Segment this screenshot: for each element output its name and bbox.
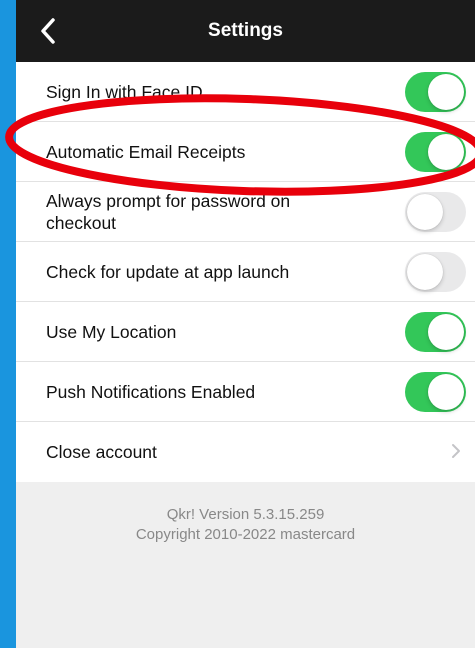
password-prompt-toggle[interactable]: [405, 191, 466, 232]
setting-label: Push Notifications Enabled: [46, 381, 256, 402]
chevron-right-icon: [452, 444, 460, 458]
setting-label: Use My Location: [46, 321, 177, 342]
setting-row-password-prompt: Always prompt for password on checkout: [16, 182, 475, 242]
setting-label: Always prompt for password on checkout: [46, 190, 291, 233]
close-account-row[interactable]: Close account: [16, 422, 475, 482]
navigation-bar: Settings: [16, 0, 475, 62]
phone-screen: Settings Sign In with Face ID Automatic …: [16, 0, 475, 648]
toggle-knob: [407, 193, 443, 230]
email-receipts-toggle[interactable]: [405, 131, 466, 172]
settings-list: Sign In with Face ID Automatic Email Rec…: [16, 62, 475, 482]
copyright-text: Copyright 2010-2022 mastercard: [135, 526, 356, 543]
setting-row-push-notifications: Push Notifications Enabled: [16, 362, 475, 422]
setting-label: Close account: [46, 442, 157, 462]
page-title: Settings: [208, 20, 283, 41]
setting-label: Sign In with Face ID: [46, 81, 203, 102]
setting-row-update-check: Check for update at app launch: [16, 242, 475, 302]
toggle-knob: [428, 373, 464, 410]
toggle-knob: [428, 73, 464, 110]
push-notifications-toggle[interactable]: [405, 371, 466, 412]
setting-row-face-id: Sign In with Face ID: [16, 62, 475, 122]
toggle-knob: [428, 313, 464, 350]
toggle-knob: [428, 133, 464, 170]
app-info-footer: Qkr! Version 5.3.15.259 Copyright 2010-2…: [16, 505, 475, 545]
version-text: Qkr! Version 5.3.15.259: [166, 506, 325, 523]
setting-label: Check for update at app launch: [46, 261, 290, 282]
location-toggle[interactable]: [405, 311, 466, 352]
setting-row-location: Use My Location: [16, 302, 475, 362]
setting-label: Automatic Email Receipts: [46, 141, 246, 162]
toggle-knob: [407, 253, 443, 290]
update-check-toggle[interactable]: [405, 251, 466, 292]
face-id-toggle[interactable]: [405, 71, 466, 112]
setting-row-email-receipts: Automatic Email Receipts: [16, 122, 475, 182]
